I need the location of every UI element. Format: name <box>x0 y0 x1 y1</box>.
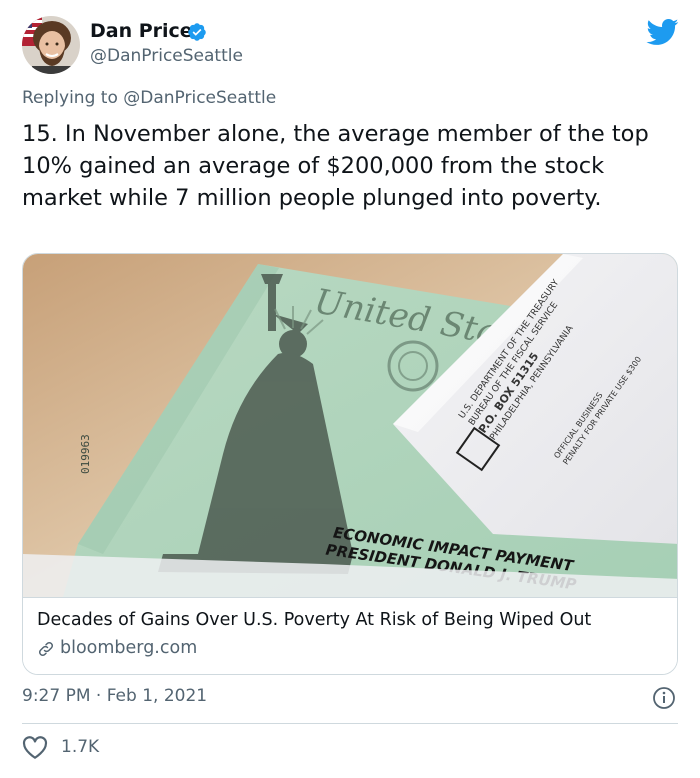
card-body: Decades of Gains Over U.S. Poverty At Ri… <box>23 597 677 674</box>
tweet-timestamp[interactable]: 9:27 PM · Feb 1, 2021 <box>22 686 207 706</box>
like-count[interactable]: 1.7K <box>61 737 99 757</box>
verified-badge-icon <box>188 23 206 41</box>
avatar[interactable] <box>22 16 80 74</box>
link-card[interactable]: United Stat 019963 U.S. DEPARTMENT OF TH… <box>22 253 678 675</box>
link-icon <box>38 641 54 657</box>
heart-icon[interactable] <box>22 736 48 760</box>
divider <box>22 723 678 724</box>
card-title[interactable]: Decades of Gains Over U.S. Poverty At Ri… <box>37 610 591 630</box>
replying-to-prefix: Replying to <box>22 88 124 108</box>
twitter-bird-icon[interactable] <box>645 18 679 46</box>
tweet-embed: Dan Price @DanPriceSeattle Replying to @… <box>0 0 700 778</box>
reply-mention-link[interactable]: @DanPriceSeattle <box>123 88 276 108</box>
author-handle[interactable]: @DanPriceSeattle <box>90 46 243 66</box>
check-serial: 019963 <box>79 434 92 474</box>
replying-to-line: Replying to @DanPriceSeattle <box>22 88 276 108</box>
tweet-text: 15. In November alone, the average membe… <box>22 121 649 211</box>
info-icon[interactable] <box>652 686 676 710</box>
author-name[interactable]: Dan Price <box>90 20 193 42</box>
card-domain[interactable]: bloomberg.com <box>60 638 197 658</box>
card-image: United Stat 019963 U.S. DEPARTMENT OF TH… <box>23 254 677 597</box>
